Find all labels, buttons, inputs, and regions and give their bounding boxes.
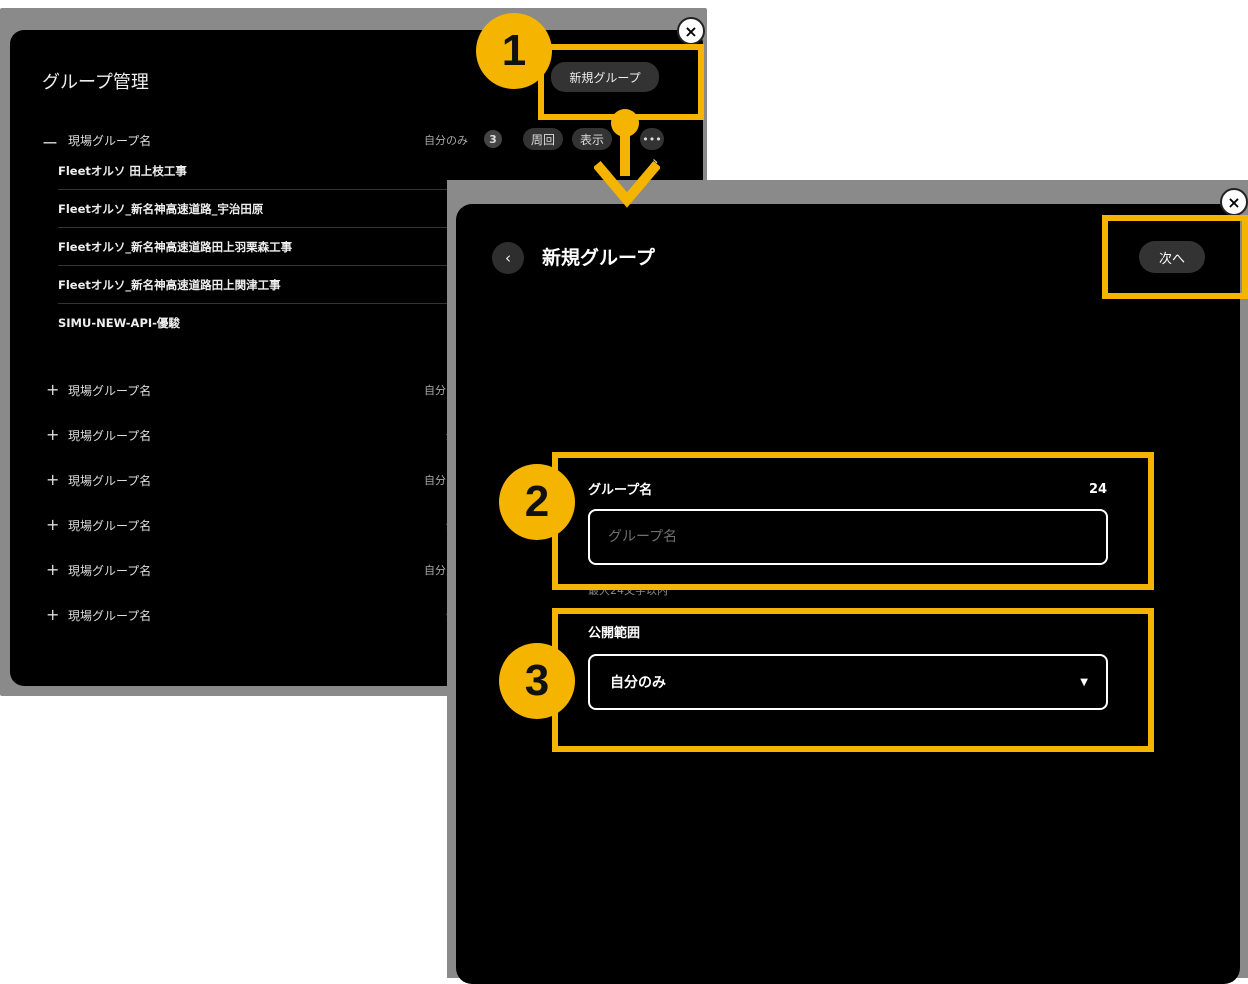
group-name: 現場グループ名 [68, 384, 152, 398]
highlight-box [552, 608, 1154, 752]
expand-icon[interactable]: + [46, 380, 59, 399]
group-scope: 自分のみ [424, 134, 468, 147]
highlight-box [1102, 215, 1248, 299]
collapse-icon[interactable]: ー [42, 130, 58, 154]
group-row[interactable]: + 現場グループ名 全 [46, 515, 486, 537]
new-group-panel: ‹ 新規グループ 次へ グループ名 24 最大24文字以内 公開範囲 自分のみ … [456, 204, 1240, 984]
group-row[interactable]: + 現場グループ名 全 [46, 425, 486, 447]
expand-icon[interactable]: + [46, 470, 59, 489]
arrow-down-icon [594, 160, 660, 208]
group-name: 現場グループ名 [68, 519, 152, 533]
group-row[interactable]: + 現場グループ名 全 [46, 605, 486, 627]
group-name: 現場グループ名 [68, 429, 152, 443]
highlight-box [552, 452, 1154, 590]
group-row[interactable]: + 現場グループ名 自分の [46, 560, 486, 582]
group-row[interactable]: + 現場グループ名 自分の [46, 380, 486, 402]
page-title: グループ管理 [42, 72, 149, 93]
step-badge: 3 [499, 643, 575, 719]
more-icon[interactable]: ••• [640, 128, 664, 150]
group-name: 現場グループ名 [68, 564, 152, 578]
group-name: 現場グループ名 [68, 474, 152, 488]
group-row-expanded[interactable]: ー 現場グループ名 自分のみ 3 周回 表示 ••• [42, 128, 703, 154]
group-name: 現場グループ名 [68, 134, 152, 148]
expand-icon[interactable]: + [46, 560, 59, 579]
show-button[interactable]: 表示 [572, 128, 612, 150]
group-row[interactable]: + 現場グループ名 自分の [46, 470, 486, 492]
expand-icon[interactable]: + [46, 425, 59, 444]
lap-button[interactable]: 周回 [523, 128, 563, 150]
expand-icon[interactable]: + [46, 605, 59, 624]
step-badge: 1 [476, 13, 552, 89]
site-count-badge: 3 [484, 130, 502, 148]
close-icon[interactable]: × [677, 17, 705, 45]
expand-icon[interactable]: + [46, 515, 59, 534]
step-badge: 2 [499, 464, 575, 540]
page-title: 新規グループ [542, 247, 655, 269]
back-icon[interactable]: ‹ [492, 242, 524, 274]
group-name: 現場グループ名 [68, 609, 152, 623]
close-icon[interactable]: × [1220, 188, 1248, 216]
